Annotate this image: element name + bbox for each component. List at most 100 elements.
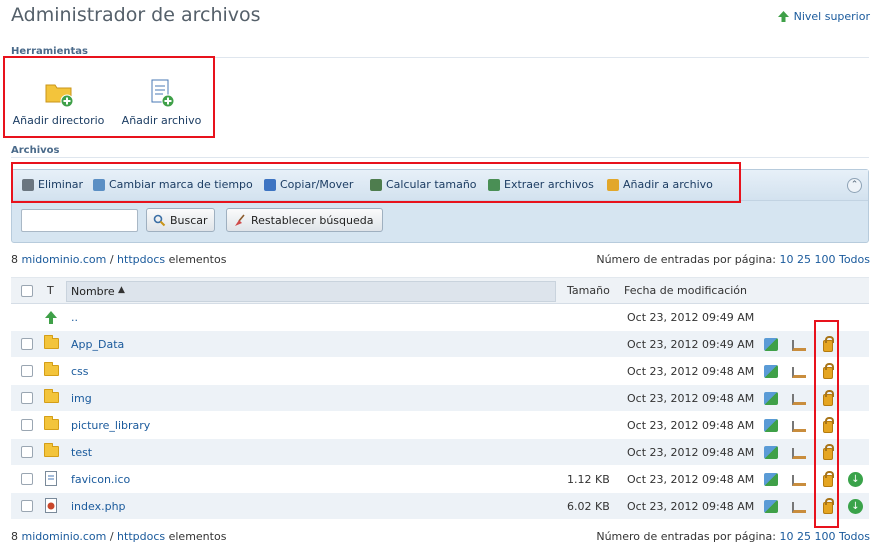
row-checkbox[interactable] [21,446,33,458]
breadcrumb-domain[interactable]: midominio.com [22,530,107,543]
up-level-link[interactable]: Nivel superior [777,10,870,23]
table-row[interactable]: css Oct 23, 2012 09:48 AM [11,358,869,385]
date-column-header[interactable]: Fecha de modificación [624,284,747,297]
page-title: Administrador de archivos [11,4,261,26]
add-directory-button[interactable]: Añadir directorio [11,78,106,127]
sort-asc-icon: ▲ [118,285,125,295]
row-date: Oct 23, 2012 09:48 AM [627,365,755,378]
edit-icon[interactable] [764,338,778,351]
item-count: 8 [11,253,18,266]
row-checkbox[interactable] [21,365,33,377]
search-input[interactable] [21,209,138,232]
rename-icon[interactable] [792,340,806,351]
per-page-10[interactable]: 10 [779,253,793,266]
row-name[interactable]: .. [71,311,78,324]
add-file-button[interactable]: Añadir archivo [120,78,203,127]
download-icon[interactable]: ↓ [848,499,863,514]
edit-icon[interactable] [764,419,778,432]
table-row[interactable]: .. Oct 23, 2012 09:49 AM [11,304,869,331]
row-name[interactable]: img [71,392,92,405]
edit-icon[interactable] [764,473,778,486]
rename-icon[interactable] [792,421,806,432]
name-column-label: Nombre [71,285,115,298]
row-date: Oct 23, 2012 09:48 AM [627,473,755,486]
folder-icon [44,335,59,349]
up-arrow-icon [777,11,789,22]
folder-icon [44,362,59,376]
row-name[interactable]: css [71,365,89,378]
breadcrumb: 8 midominio.com / httpdocs elementos [11,253,226,266]
row-name[interactable]: test [71,446,92,459]
row-checkbox[interactable] [21,419,33,431]
reset-search-label: Restablecer búsqueda [251,213,374,227]
row-name[interactable]: picture_library [71,419,150,432]
table-row[interactable]: img Oct 23, 2012 09:48 AM [11,385,869,412]
per-page-25[interactable]: 25 [797,530,811,543]
row-checkbox[interactable] [21,473,33,485]
files-divider [11,157,869,158]
add-file-label: Añadir archivo [121,114,202,127]
breadcrumb-separator: / [109,530,114,543]
row-checkbox[interactable] [21,500,33,512]
select-all-checkbox[interactable] [21,285,33,297]
rename-icon[interactable] [792,502,806,513]
rename-icon[interactable] [792,367,806,378]
toolbar-highlight [11,162,741,203]
up-level-label: Nivel superior [793,10,870,23]
per-page-all[interactable]: Todos [839,253,870,266]
table-row[interactable]: test Oct 23, 2012 09:48 AM [11,439,869,466]
row-checkbox[interactable] [21,392,33,404]
permissions-highlight [814,320,839,528]
search-button[interactable]: Buscar [146,208,215,232]
edit-icon[interactable] [764,446,778,459]
rename-icon[interactable] [792,448,806,459]
table-row[interactable]: App_Data Oct 23, 2012 09:49 AM [11,331,869,358]
rename-icon[interactable] [792,394,806,405]
per-page-100[interactable]: 100 [814,530,835,543]
row-date: Oct 23, 2012 09:48 AM [627,446,755,459]
collapse-icon[interactable]: ⌃ [847,178,862,193]
row-date: Oct 23, 2012 09:49 AM [627,338,755,351]
entries-per-page-label: Número de entradas por página: [596,530,776,543]
size-column-header[interactable]: Tamaño [567,284,610,297]
table-row[interactable]: favicon.ico 1.12 KB Oct 23, 2012 09:48 A… [11,466,869,493]
reset-search-button[interactable]: Restablecer búsqueda [226,208,383,232]
breadcrumb-suffix: elementos [168,253,227,266]
row-name[interactable]: favicon.ico [71,473,130,486]
file-icon [45,471,57,486]
entries-per-page: Número de entradas por página: 10 25 100… [596,253,870,266]
table-row[interactable]: index.php 6.02 KB Oct 23, 2012 09:48 AM … [11,493,869,520]
row-name[interactable]: index.php [71,500,126,513]
per-page-10[interactable]: 10 [779,530,793,543]
row-date: Oct 23, 2012 09:48 AM [627,500,755,513]
per-page-all[interactable]: Todos [839,530,870,543]
files-section-title: Archivos [11,145,60,156]
per-page-100[interactable]: 100 [814,253,835,266]
breadcrumb-folder[interactable]: httpdocs [117,253,165,266]
name-column-header[interactable]: Nombre ▲ [66,281,556,302]
table-row[interactable]: picture_library Oct 23, 2012 09:48 AM [11,412,869,439]
entries-per-page-label: Número de entradas por página: [596,253,776,266]
row-checkbox[interactable] [21,338,33,350]
row-date: Oct 23, 2012 09:49 AM [627,311,755,324]
broom-icon [235,213,245,226]
breadcrumb-separator: / [109,253,114,266]
rename-icon[interactable] [792,475,806,486]
edit-icon[interactable] [764,500,778,513]
row-name[interactable]: App_Data [71,338,124,351]
row-date: Oct 23, 2012 09:48 AM [627,392,755,405]
folder-icon [44,416,59,430]
search-button-label: Buscar [170,213,208,227]
file-add-icon [151,79,174,108]
download-icon[interactable]: ↓ [848,472,863,487]
folder-icon [44,389,59,403]
edit-icon[interactable] [764,392,778,405]
edit-icon[interactable] [764,365,778,378]
php-file-icon [45,498,57,513]
item-count: 8 [11,530,18,543]
type-column-header: T [47,284,54,297]
per-page-25[interactable]: 25 [797,253,811,266]
breadcrumb-folder[interactable]: httpdocs [117,530,165,543]
breadcrumb-domain[interactable]: midominio.com [22,253,107,266]
breadcrumb-bottom: 8 midominio.com / httpdocs elementos [11,530,226,543]
